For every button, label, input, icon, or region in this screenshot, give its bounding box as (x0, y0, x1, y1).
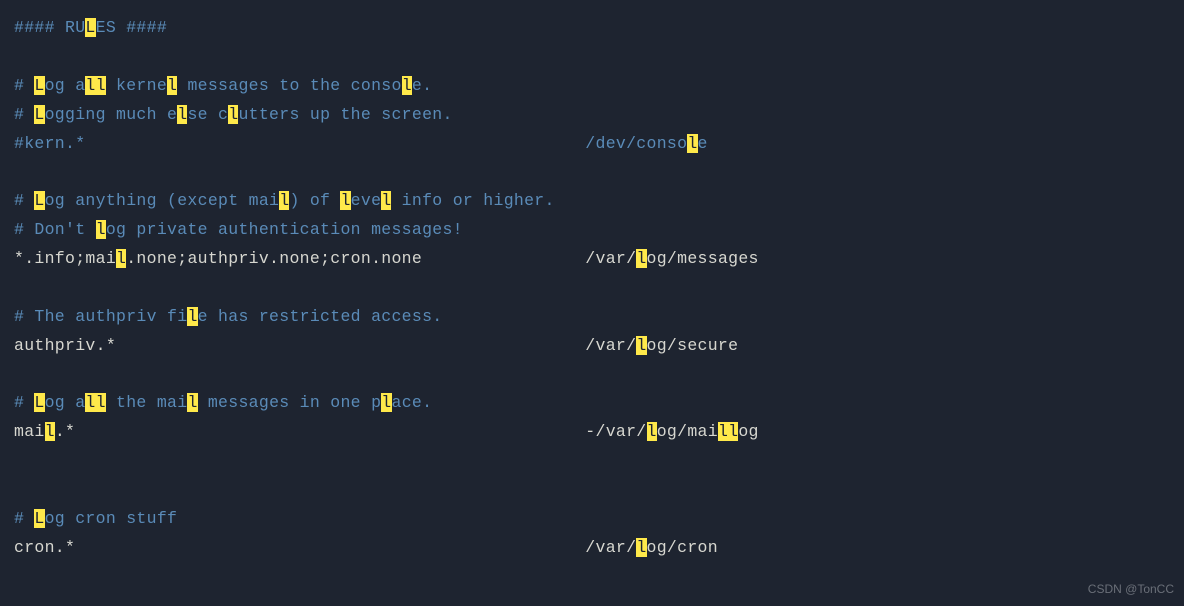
search-highlight: ll (85, 76, 105, 95)
search-highlight: l (187, 307, 197, 326)
code-line: # Log all kernel messages to the console… (14, 72, 1170, 101)
text-run: og/messages (647, 249, 759, 268)
code-line: # Log anything (except mail) of level in… (14, 187, 1170, 216)
search-highlight: l (636, 249, 646, 268)
search-highlight: l (116, 249, 126, 268)
code-line: *.info;mail.none;authpriv.none;cron.none… (14, 245, 1170, 274)
search-highlight: l (45, 422, 55, 441)
code-line: # Logging much else clutters up the scre… (14, 101, 1170, 130)
text-run: the mai (106, 393, 188, 412)
search-highlight: l (96, 220, 106, 239)
search-highlight: L (34, 393, 44, 412)
code-line (14, 447, 1170, 476)
text-run: mai (14, 422, 45, 441)
text-run: .* -/var/ (55, 422, 647, 441)
text-run: messages to the conso (177, 76, 401, 95)
text-run: e (698, 134, 708, 153)
text-run: info or higher. (391, 191, 554, 210)
text-run: # The authpriv fi (14, 307, 187, 326)
text-run: og private authentication messages! (106, 220, 463, 239)
search-highlight: l (636, 538, 646, 557)
search-highlight: l (647, 422, 657, 441)
text-run: og a (45, 393, 86, 412)
text-run: og (738, 422, 758, 441)
text-run: e has restricted access. (198, 307, 443, 326)
search-highlight: L (34, 191, 44, 210)
search-highlight: l (279, 191, 289, 210)
text-run: og cron stuff (45, 509, 178, 528)
code-line: # Log cron stuff (14, 505, 1170, 534)
text-run: authpriv.* /var/ (14, 336, 636, 355)
text-run: cron.* /var/ (14, 538, 636, 557)
code-line (14, 43, 1170, 72)
text-run: # (14, 509, 34, 528)
search-highlight: l (687, 134, 697, 153)
search-highlight: l (402, 76, 412, 95)
search-highlight: l (228, 105, 238, 124)
text-run: # (14, 105, 34, 124)
text-run: og a (45, 76, 86, 95)
code-line (14, 476, 1170, 505)
search-highlight: l (340, 191, 350, 210)
text-run: # (14, 191, 34, 210)
text-run: e. (412, 76, 432, 95)
text-run: # Don't (14, 220, 96, 239)
text-run: ace. (392, 393, 433, 412)
code-line (14, 158, 1170, 187)
search-highlight: ll (718, 422, 738, 441)
code-line: # Log all the mail messages in one place… (14, 389, 1170, 418)
code-line: #kern.* /dev/console (14, 130, 1170, 159)
search-highlight: l (381, 191, 391, 210)
text-run: se c (187, 105, 228, 124)
code-line (14, 274, 1170, 303)
search-highlight: L (34, 105, 44, 124)
search-highlight: l (177, 105, 187, 124)
code-line: authpriv.* /var/log/secure (14, 332, 1170, 361)
text-run: ogging much e (45, 105, 178, 124)
text-run: ES #### (96, 18, 167, 37)
code-line: cron.* /var/log/cron (14, 534, 1170, 563)
search-highlight: l (167, 76, 177, 95)
search-highlight: l (187, 393, 197, 412)
terminal-viewport[interactable]: #### RULES #### # Log all kernel message… (14, 14, 1170, 563)
text-run: # (14, 393, 34, 412)
text-run: og/secure (647, 336, 739, 355)
search-highlight: ll (85, 393, 105, 412)
search-highlight: L (34, 76, 44, 95)
text-run: utters up the screen. (238, 105, 452, 124)
text-run: kerne (106, 76, 167, 95)
search-highlight: l (636, 336, 646, 355)
text-run: og anything (except mai (45, 191, 280, 210)
code-line: #### RULES #### (14, 14, 1170, 43)
text-run: messages in one p (198, 393, 382, 412)
text-run: .none;authpriv.none;cron.none /var/ (126, 249, 636, 268)
text-run: # (14, 76, 34, 95)
code-line (14, 361, 1170, 390)
search-highlight: L (85, 18, 95, 37)
text-run: eve (351, 191, 382, 210)
text-run: #kern.* /dev/conso (14, 134, 687, 153)
search-highlight: L (34, 509, 44, 528)
text-run: og/mai (657, 422, 718, 441)
watermark: CSDN @TonCC (1088, 579, 1174, 600)
text-run: ) of (289, 191, 340, 210)
code-line: # The authpriv file has restricted acces… (14, 303, 1170, 332)
text-run: og/cron (647, 538, 718, 557)
search-highlight: l (381, 393, 391, 412)
text-run: *.info;mai (14, 249, 116, 268)
code-line: mail.* -/var/log/maillog (14, 418, 1170, 447)
code-line: # Don't log private authentication messa… (14, 216, 1170, 245)
text-run: #### RU (14, 18, 85, 37)
